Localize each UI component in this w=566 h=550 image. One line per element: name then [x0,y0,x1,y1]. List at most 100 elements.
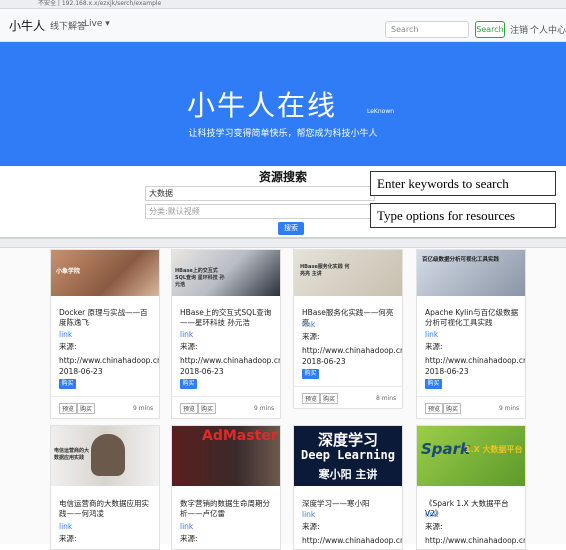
course-link[interactable]: link [425,510,438,519]
course-title: 电信运营商的大数据应用实践——何鸿凌 [59,499,149,518]
source-label: 来源: [180,534,198,543]
course-link[interactable]: link [302,510,315,519]
course-link[interactable]: link [180,522,193,531]
course-grid-screenshot: 小象学院 Docker 原理与实战——百度陈逸飞 link 来源: http:/… [0,237,566,550]
course-link[interactable]: link [425,330,438,339]
purchase-button[interactable]: 购买 [443,403,462,414]
purchase-button[interactable]: 购买 [77,403,96,414]
hero-banner: 小牛人在线 LeKnown 让科技学习变得简单快乐，帮您成为科技小牛人 [0,42,566,166]
course-thumbnail[interactable]: HBase服务化实践 何亮亮 主讲 [294,250,402,296]
source-url: http://www.chinahadoop.cn/ [180,356,281,365]
duration: 8 mins [376,395,397,402]
annotation-keywords: Enter keywords to search [370,171,556,196]
address-bar[interactable]: 不安全 | 192.168.x.x/ezxjk/serch/example [38,0,161,7]
brand-logo[interactable]: 小牛人 [9,17,45,34]
course-card[interactable]: HBase服务化实践 何亮亮 主讲 HBase服务化实践——何亮亮 link 来… [293,249,403,409]
browser-toolbar: 不安全 | 192.168.x.x/ezxjk/serch/example [0,0,566,9]
thumbnail-caption: HBase上的交互式SQL查询 星环科技 孙元浩 [175,268,225,288]
preview-button[interactable]: 预览 [180,403,199,414]
buy-button[interactable]: 购买 [302,369,319,379]
preview-button[interactable]: 预览 [59,403,78,414]
course-thumbnail[interactable]: HBase上的交互式SQL查询 星环科技 孙元浩 [172,250,280,296]
course-card[interactable]: Spark 1.X 大数据平台 《Spark 1.X 大数据平台V2》 link… [416,425,526,550]
source-url: http://www.chinahadoop.cn/ [302,346,403,355]
card-divider [51,396,159,397]
thumbnail-caption-2: 1.X 大数据平台 [465,445,523,454]
course-card[interactable]: 小象学院 Docker 原理与实战——百度陈逸飞 link 来源: http:/… [50,249,160,419]
course-thumbnail[interactable]: 深度学习 Deep Learning 寒小阳 主讲 [294,426,402,486]
publish-date: 2018-06-23 [59,367,103,376]
course-card[interactable]: AdMaster 数字营销的数据生命周期分析——卢亿雷 link 来源: [171,425,281,550]
course-thumbnail[interactable]: 电信运营商的大数据应用实践 [51,426,159,486]
course-title: 《Spark 1.X 大数据平台V2》 [425,499,509,518]
duration: 9 mins [133,405,154,412]
card-divider [417,396,525,397]
purchase-button[interactable]: 购买 [320,393,339,404]
course-thumbnail[interactable]: AdMaster [172,426,280,486]
preview-button[interactable]: 预览 [302,393,321,404]
duration: 9 mins [499,405,520,412]
course-thumbnail[interactable]: 小象学院 [51,250,159,296]
source-label: 来源: [180,342,198,351]
hero-title-suffix: LeKnown [367,108,395,115]
source-label: 来源: [302,522,320,531]
thumbnail-caption: 深度学习 [317,431,378,449]
search-submit-button[interactable]: 搜索 [278,222,304,235]
course-title: 数字营销的数据生命周期分析——卢亿雷 [180,499,270,518]
publish-date: 2018-06-23 [302,357,346,366]
duration: 9 mins [254,405,275,412]
course-title: 深度学习——寒小阳 [302,499,370,508]
search-input[interactable] [385,21,469,38]
course-title: HBase服务化实践——何亮亮 [302,308,394,327]
course-link[interactable]: link [180,330,193,339]
search-button[interactable]: Search [475,21,505,38]
source-label: 来源: [59,342,77,351]
source-url: http://www.chinahadoop.cn/ [59,356,160,365]
thumbnail-caption: HBase服务化实践 何亮亮 主讲 [300,264,350,277]
nav-link-live-dropdown[interactable]: Live ▾ [84,19,110,29]
profile-link[interactable]: 个人中心 [530,23,566,36]
source-label: 来源: [59,534,77,543]
course-link[interactable]: link [59,330,72,339]
preview-button[interactable]: 预览 [425,403,444,414]
course-title: Apache Kylin与百亿级数据分析可视化工具实践 [425,308,519,327]
source-label: 来源: [302,332,320,341]
source-label: 来源: [425,342,443,351]
buy-button[interactable]: 购买 [59,379,76,389]
navbar: 小牛人 线下解答 Live ▾ Search 注销 个人中心 [0,9,566,42]
thumbnail-caption: 小象学院 [56,268,81,275]
thumbnail-presenter: 寒小阳 主讲 [318,468,378,481]
source-url: http://www.chinahadoop.cn/ [425,356,526,365]
course-card[interactable]: 深度学习 Deep Learning 寒小阳 主讲 深度学习——寒小阳 link… [293,425,403,550]
course-card[interactable]: 百亿级数据分析可视化工具实践 Apache Kylin与百亿级数据分析可视化工具… [416,249,526,419]
browser-toolbar-2 [0,239,566,248]
keyword-input[interactable]: 大数据 [145,186,375,201]
course-link[interactable]: link [59,522,72,531]
card-divider [294,386,402,387]
buy-button[interactable]: 购买 [180,379,197,389]
publish-date: 2018-06-23 [180,367,224,376]
course-link[interactable]: link [302,320,315,329]
hero-title: 小牛人在线 [187,89,338,122]
logout-link[interactable]: 注销 [510,23,528,36]
category-input[interactable] [145,204,375,219]
source-url: http://www.chinahadoop.cn/ [425,536,526,545]
thumbnail-caption: 电信运营商的大数据应用实践 [54,448,90,461]
publish-date: 2018-06-23 [425,367,469,376]
annotation-options: Type options for resources [370,203,556,228]
course-card[interactable]: 电信运营商的大数据应用实践 电信运营商的大数据应用实践——何鸿凌 link 来源… [50,425,160,550]
thumbnail-caption: 百亿级数据分析可视化工具实践 [422,257,500,263]
hero-tagline: 让科技学习变得简单快乐，帮您成为科技小牛人 [188,129,378,139]
buy-button[interactable]: 购买 [425,379,442,389]
source-label: 来源: [425,522,443,531]
course-title: Docker 原理与实战——百度陈逸飞 [59,308,148,327]
course-card[interactable]: HBase上的交互式SQL查询 星环科技 孙元浩 HBase上的交互式SQL查询… [171,249,281,419]
thumbnail-caption-en: Deep Learning [301,448,395,462]
thumbnail-caption: AdMaster [202,428,278,444]
course-thumbnail[interactable]: 百亿级数据分析可视化工具实践 [417,250,525,296]
card-divider [172,396,280,397]
nav-link-offline[interactable]: 线下解答 [50,19,86,32]
purchase-button[interactable]: 购买 [198,403,217,414]
course-thumbnail[interactable]: Spark 1.X 大数据平台 [417,426,525,486]
course-title: HBase上的交互式SQL查询——星环科技 孙元浩 [180,308,272,327]
